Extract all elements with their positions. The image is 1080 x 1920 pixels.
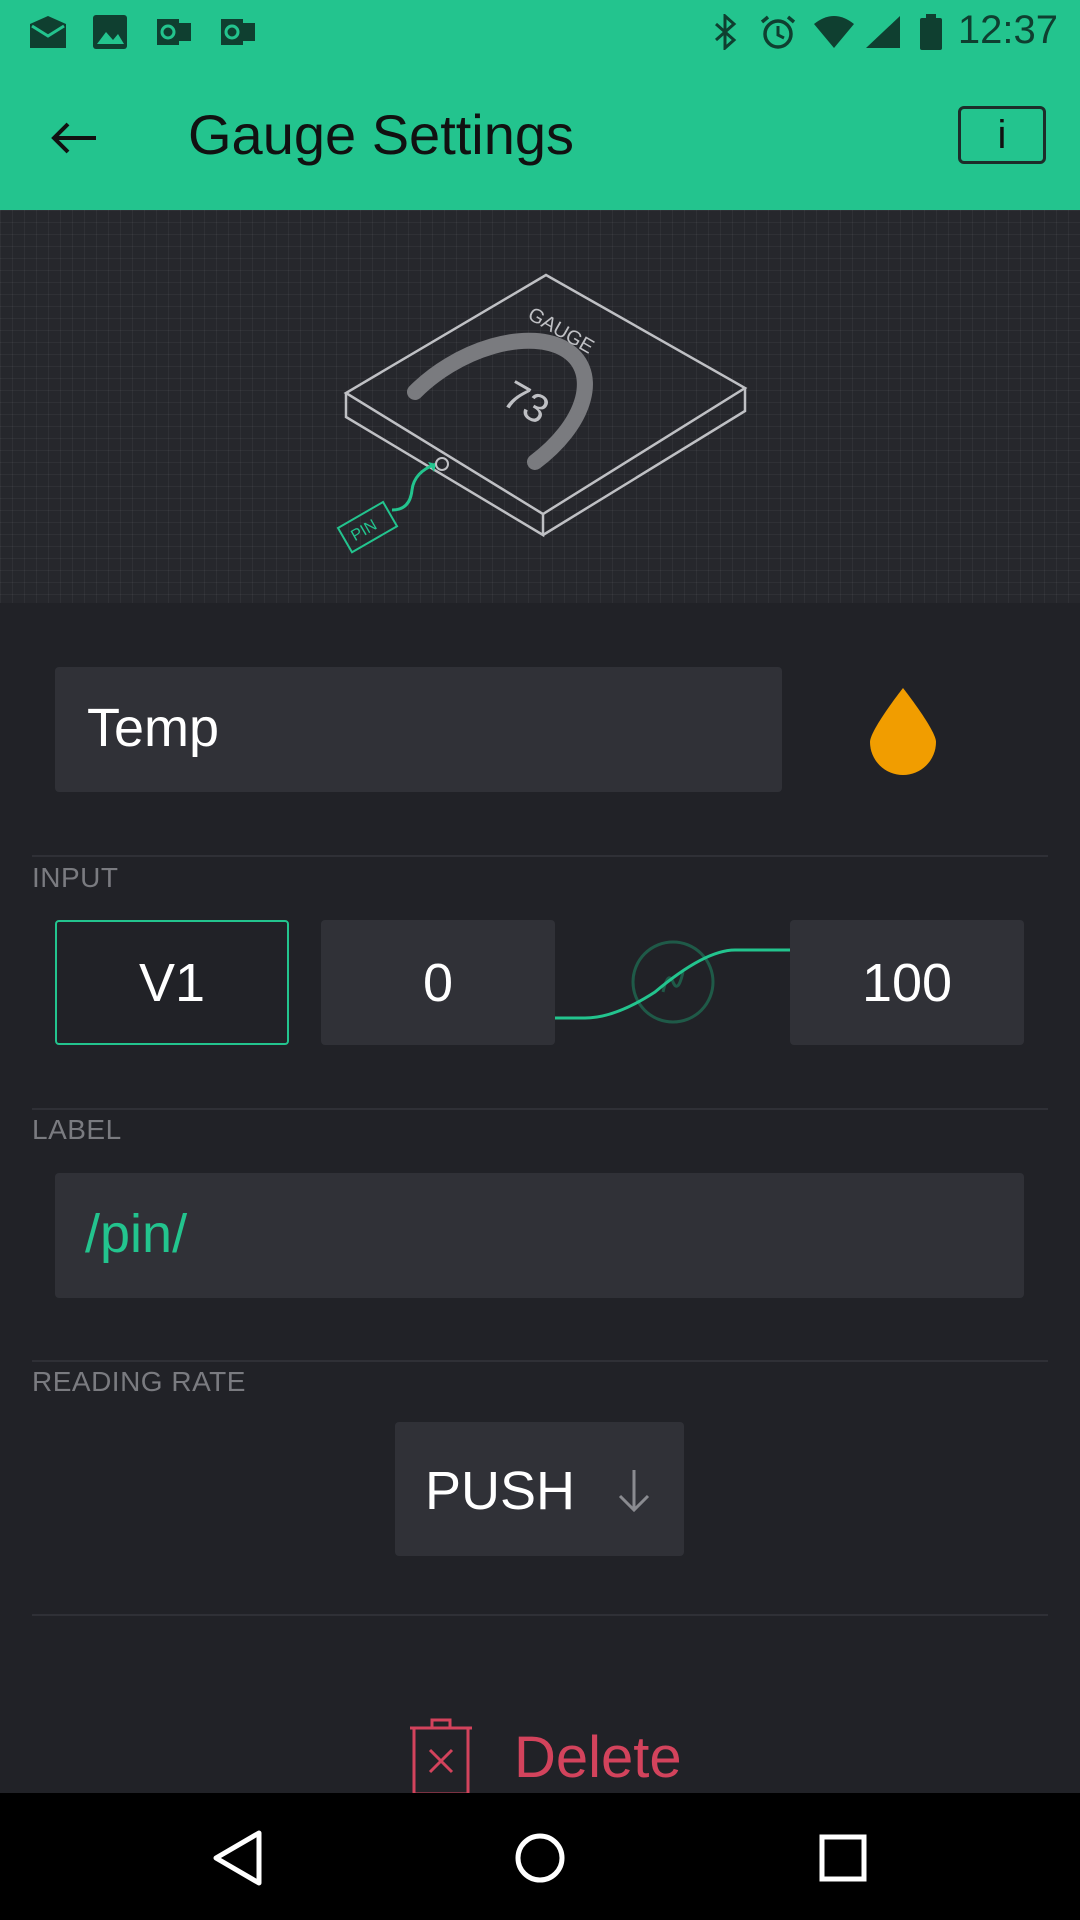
page-title: Gauge Settings (188, 103, 575, 166)
info-icon: i (997, 112, 1007, 157)
outlook-icon (221, 19, 255, 45)
reading-rate-section-label: READING RATE (32, 1366, 246, 1397)
divider (32, 1360, 1048, 1362)
max-value: 100 (861, 952, 953, 1013)
label-section-label: LABEL (32, 1114, 122, 1145)
status-bar: 12:37 (0, 0, 1080, 66)
trash-icon (410, 1718, 472, 1796)
reading-rate-value: PUSH (425, 1461, 576, 1521)
pin-value: V1 (138, 952, 206, 1013)
widget-name-value: Temp (87, 698, 220, 758)
widget-preview: GAUGE 73 PIN (0, 210, 1080, 603)
alarm-icon (760, 15, 796, 49)
pin-tag-label: PIN (348, 517, 380, 545)
signal-icon (866, 16, 900, 48)
arrow-down-icon (618, 1470, 650, 1513)
min-value-field[interactable]: 0 (321, 920, 555, 1045)
divider (32, 855, 1048, 857)
max-value-field[interactable]: 100 (790, 920, 1024, 1045)
navigation-bar (0, 1793, 1080, 1920)
nav-home-icon[interactable] (505, 1823, 575, 1893)
delete-label: Delete (514, 1725, 682, 1790)
label-value: /pin/ (85, 1204, 188, 1264)
mapping-curve-icon[interactable] (555, 920, 790, 1045)
wifi-icon (814, 16, 854, 48)
min-value: 0 (422, 952, 454, 1013)
arrow-left-icon[interactable] (44, 108, 104, 168)
mail-icon (30, 16, 66, 48)
pin-select[interactable]: V1 (55, 920, 289, 1045)
bluetooth-icon (715, 14, 737, 50)
label-field[interactable]: /pin/ (55, 1173, 1024, 1298)
info-button[interactable]: i (958, 106, 1046, 164)
widget-name-field[interactable]: Temp (55, 667, 782, 792)
divider (32, 1614, 1048, 1616)
status-time: 12:37 (957, 8, 1058, 52)
reading-rate-select[interactable]: PUSH (395, 1422, 684, 1556)
gauge-value-text: 73 (496, 373, 557, 433)
delete-button[interactable]: Delete (400, 1716, 700, 1800)
nav-recents-icon[interactable] (808, 1823, 878, 1893)
color-picker-drop-icon[interactable] (866, 684, 940, 776)
battery-icon (920, 14, 942, 50)
outlook-icon (157, 19, 191, 45)
image-icon (93, 15, 127, 49)
input-section-label: INPUT (32, 862, 119, 893)
app-bar: Gauge Settings i (0, 66, 1080, 210)
divider (32, 1108, 1048, 1110)
nav-back-icon[interactable] (204, 1823, 274, 1893)
gauge-widget-illustration: GAUGE 73 PIN (336, 273, 748, 554)
